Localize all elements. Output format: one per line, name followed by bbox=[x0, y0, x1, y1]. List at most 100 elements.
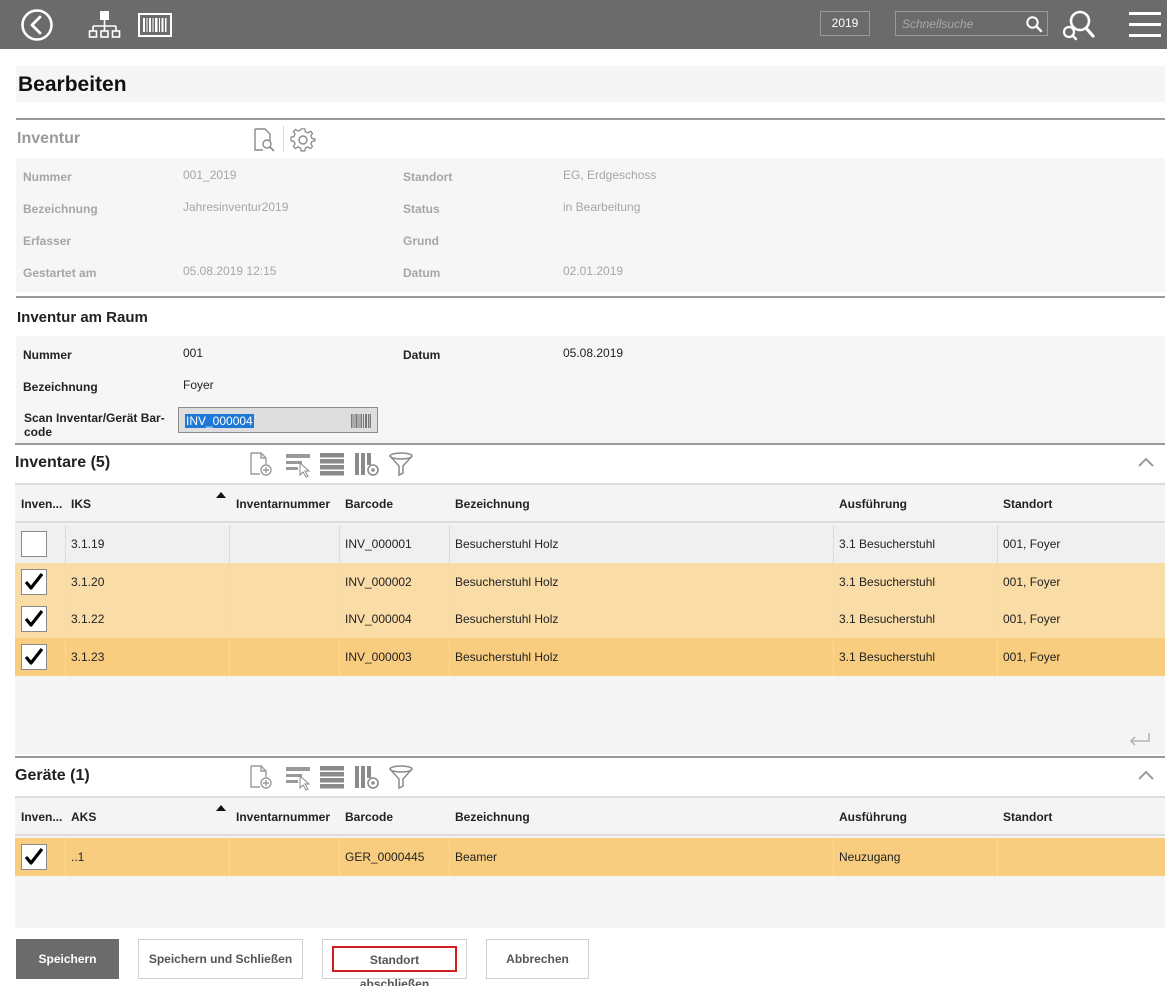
column-header[interactable]: Bezeichnung bbox=[455, 810, 530, 824]
field-value: Jahresinventur2019 bbox=[183, 200, 289, 214]
barcode-icon[interactable] bbox=[137, 7, 173, 43]
column-header[interactable]: IKS bbox=[71, 497, 91, 511]
field-value: EG, Erdgeschoss bbox=[563, 168, 657, 182]
table-row[interactable]: 3.1.19 INV_000001 Besucherstuhl Holz 3.1 Be… bbox=[15, 525, 1165, 563]
column-divider bbox=[997, 838, 998, 876]
column-divider bbox=[65, 562, 66, 601]
column-divider bbox=[449, 525, 450, 563]
hamburger-menu-icon[interactable] bbox=[1126, 7, 1162, 43]
row-checkbox[interactable] bbox=[21, 844, 47, 870]
row-checkbox[interactable] bbox=[21, 568, 47, 595]
column-header[interactable]: Barcode bbox=[345, 497, 393, 511]
field-label: Gestartet am bbox=[23, 266, 97, 280]
cell-iks: 3.1.22 bbox=[71, 612, 105, 626]
advanced-search-icon[interactable] bbox=[1060, 7, 1096, 43]
field-value: Foyer bbox=[183, 378, 214, 392]
year-selector[interactable]: 2019 bbox=[820, 11, 870, 36]
column-divider bbox=[833, 525, 834, 563]
back-circle-icon[interactable] bbox=[19, 7, 55, 43]
barcode-icon[interactable] bbox=[351, 414, 371, 428]
column-header[interactable]: Bezeichnung bbox=[455, 497, 530, 511]
filter-icon[interactable] bbox=[388, 450, 414, 478]
add-document-icon[interactable] bbox=[248, 763, 274, 791]
column-divider bbox=[449, 637, 450, 676]
sort-ascending-icon bbox=[216, 492, 226, 498]
geraete-title: Geräte (1) bbox=[15, 767, 90, 784]
column-divider bbox=[449, 562, 450, 601]
row-checkbox[interactable] bbox=[21, 531, 47, 557]
field-value: 001_2019 bbox=[183, 168, 237, 182]
field-label: Status bbox=[403, 202, 440, 216]
column-header[interactable]: Standort bbox=[1003, 810, 1052, 824]
field-label: Datum bbox=[403, 266, 441, 280]
table-row[interactable]: 3.1.23 INV_000003 Besucherstuhl Holz 3.1 Be… bbox=[15, 637, 1165, 676]
save-and-close-button[interactable]: Speichern und Schließen bbox=[138, 939, 303, 979]
chevron-up-icon[interactable] bbox=[1137, 455, 1155, 469]
column-header[interactable]: Barcode bbox=[345, 810, 393, 824]
column-header[interactable]: Inventarnummer bbox=[236, 810, 330, 824]
column-header[interactable]: Standort bbox=[1003, 497, 1052, 511]
checkmark-icon bbox=[24, 610, 44, 627]
column-divider bbox=[997, 637, 998, 676]
row-checkbox[interactable] bbox=[21, 643, 47, 670]
column-divider bbox=[65, 525, 66, 563]
inventare-section: Inventare (5) Inven... IKS Inventarnumme… bbox=[15, 443, 1165, 754]
column-header[interactable]: Inven... bbox=[21, 497, 62, 511]
scan-barcode-input[interactable]: INV_000004 bbox=[178, 407, 378, 433]
sitemap-icon[interactable] bbox=[86, 7, 122, 43]
inventare-title: Inventare (5) bbox=[15, 454, 111, 471]
settings-gear-icon[interactable] bbox=[290, 127, 316, 153]
cell-standort: 001, Foyer bbox=[1003, 649, 1061, 664]
list-rows-icon[interactable] bbox=[319, 763, 345, 791]
close-location-button[interactable]: Standort abschließen bbox=[322, 939, 467, 986]
cell-barcode: INV_000002 bbox=[345, 574, 412, 589]
quick-search-input[interactable] bbox=[896, 12, 1022, 35]
add-document-icon[interactable] bbox=[248, 450, 274, 478]
column-divider bbox=[997, 562, 998, 601]
table-header-row: Inven... AKS Inventarnummer Barcode Beze… bbox=[15, 798, 1165, 836]
column-header[interactable]: AKS bbox=[71, 810, 96, 824]
select-rows-icon[interactable] bbox=[284, 450, 312, 478]
document-search-icon[interactable] bbox=[252, 127, 276, 153]
field-label: Nummer bbox=[23, 170, 72, 184]
scan-barcode-value[interactable]: INV_000004 bbox=[185, 414, 254, 428]
checkmark-icon bbox=[24, 848, 44, 865]
inventur-header: Inventur bbox=[16, 120, 1165, 158]
quick-search[interactable] bbox=[895, 11, 1048, 36]
column-settings-icon[interactable] bbox=[353, 450, 381, 478]
cell-iks: 3.1.19 bbox=[71, 537, 105, 551]
column-settings-icon[interactable] bbox=[353, 763, 381, 791]
toolbar-divider bbox=[283, 126, 284, 152]
cell-barcode: INV_000001 bbox=[345, 537, 412, 551]
column-header[interactable]: Inven... bbox=[21, 810, 62, 824]
table-row[interactable]: 3.1.20 INV_000002 Besucherstuhl Holz 3.1 Be… bbox=[15, 562, 1165, 601]
cell-iks: 3.1.20 bbox=[71, 574, 105, 589]
chevron-up-icon[interactable] bbox=[1137, 768, 1155, 782]
top-bar: 2019 bbox=[0, 0, 1167, 49]
return-arrow-icon[interactable] bbox=[1127, 731, 1153, 749]
cell-standort: 001, Foyer bbox=[1003, 612, 1061, 626]
column-divider bbox=[339, 637, 340, 676]
table-row[interactable]: ..1 GER_0000445 Beamer Neuzugang bbox=[15, 838, 1165, 876]
filter-icon[interactable] bbox=[388, 763, 414, 791]
list-rows-icon[interactable] bbox=[319, 450, 345, 478]
cell-barcode: INV_000003 bbox=[345, 649, 412, 664]
cell-ausfuehrung: 3.1 Besucherstuhl bbox=[839, 649, 936, 664]
column-header[interactable]: Ausführung bbox=[839, 497, 907, 511]
field-value: 02.01.2019 bbox=[563, 264, 624, 278]
cell-bezeichnung: Besucherstuhl Holz bbox=[455, 612, 559, 626]
raum-header: Inventur am Raum bbox=[16, 298, 1165, 336]
cell-ausfuehrung: Neuzugang bbox=[839, 850, 901, 864]
field-label: Bezeichnung bbox=[23, 202, 98, 216]
row-checkbox[interactable] bbox=[21, 606, 47, 632]
column-header[interactable]: Ausführung bbox=[839, 810, 907, 824]
cell-barcode: GER_0000445 bbox=[345, 850, 425, 864]
table-row[interactable]: 3.1.22 INV_000004 Besucherstuhl Holz 3.1 Be… bbox=[15, 600, 1165, 638]
column-divider bbox=[229, 600, 230, 638]
column-header[interactable]: Inventarnummer bbox=[236, 497, 330, 511]
search-icon[interactable] bbox=[1025, 15, 1043, 33]
save-button[interactable]: Speichern bbox=[16, 939, 119, 979]
select-rows-icon[interactable] bbox=[284, 763, 312, 791]
cancel-button[interactable]: Abbrechen bbox=[486, 939, 589, 979]
raum-fields: Nummer 001 Bezeichnung Foyer Datum 05.08… bbox=[16, 336, 1165, 443]
